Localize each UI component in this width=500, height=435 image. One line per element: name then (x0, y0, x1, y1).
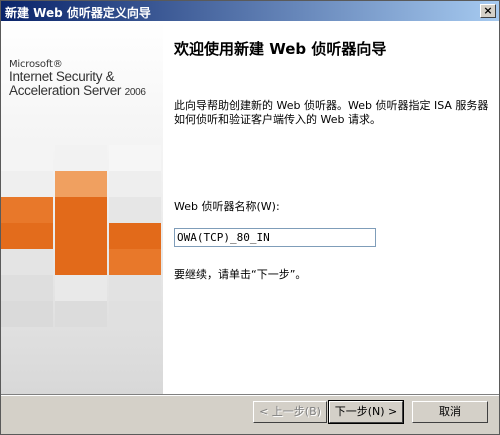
decor-tile (1, 171, 53, 197)
branding-panel: Microsoft® Internet Security & Accelerat… (1, 21, 163, 394)
decor-tile (109, 249, 161, 275)
product-name-server: Acceleration Server (9, 83, 122, 98)
close-button[interactable]: × (480, 4, 496, 18)
decor-tile (1, 197, 53, 223)
back-button[interactable]: < 上一步(B) (253, 401, 327, 423)
decor-tile (109, 197, 161, 223)
decor-tile (55, 249, 107, 275)
continue-instruction: 要继续，请单击“下一步”。 (174, 268, 307, 281)
decor-tile (109, 301, 161, 327)
listener-name-label: Web 侦听器名称(W): (174, 200, 280, 213)
button-separator-highlight (1, 395, 499, 396)
product-year: 2006 (124, 87, 146, 98)
decor-tile (55, 145, 107, 171)
decor-tile (1, 249, 53, 275)
page-title: 欢迎使用新建 Web 侦听器向导 (174, 40, 387, 58)
wizard-window: 新建 Web 侦听器定义向导 × Microsoft® Internet Sec… (0, 0, 500, 435)
close-icon: × (483, 4, 493, 17)
decor-tile (109, 145, 161, 171)
listener-name-input[interactable] (174, 228, 376, 247)
decor-tile (109, 275, 161, 301)
decor-tile (109, 171, 161, 197)
decor-tile (1, 145, 53, 171)
decor-tile (55, 223, 107, 249)
cancel-button[interactable]: 取消 (412, 401, 488, 423)
decor-tile (1, 275, 53, 301)
next-button[interactable]: 下一步(N) > (328, 400, 404, 424)
decor-tile (55, 171, 107, 197)
wizard-content: Microsoft® Internet Security & Accelerat… (1, 21, 499, 394)
product-logo: Microsoft® Internet Security & Accelerat… (9, 59, 146, 100)
window-title: 新建 Web 侦听器定义向导 (5, 6, 151, 20)
decor-tile (55, 275, 107, 301)
decor-tile (109, 223, 161, 249)
wizard-description: 此向导帮助创建新的 Web 侦听器。Web 侦听器指定 ISA 服务器如何侦听和… (174, 99, 489, 126)
product-name-line2: Acceleration Server 2006 (9, 84, 146, 100)
decor-tile (55, 301, 107, 327)
title-bar[interactable]: 新建 Web 侦听器定义向导 × (1, 1, 499, 21)
decor-tile (55, 197, 107, 223)
decor-tile (1, 223, 53, 249)
product-name-line1: Internet Security & (9, 69, 115, 84)
wizard-main-panel: 欢迎使用新建 Web 侦听器向导 此向导帮助创建新的 Web 侦听器。Web 侦… (163, 21, 499, 394)
decor-tile (1, 301, 53, 327)
